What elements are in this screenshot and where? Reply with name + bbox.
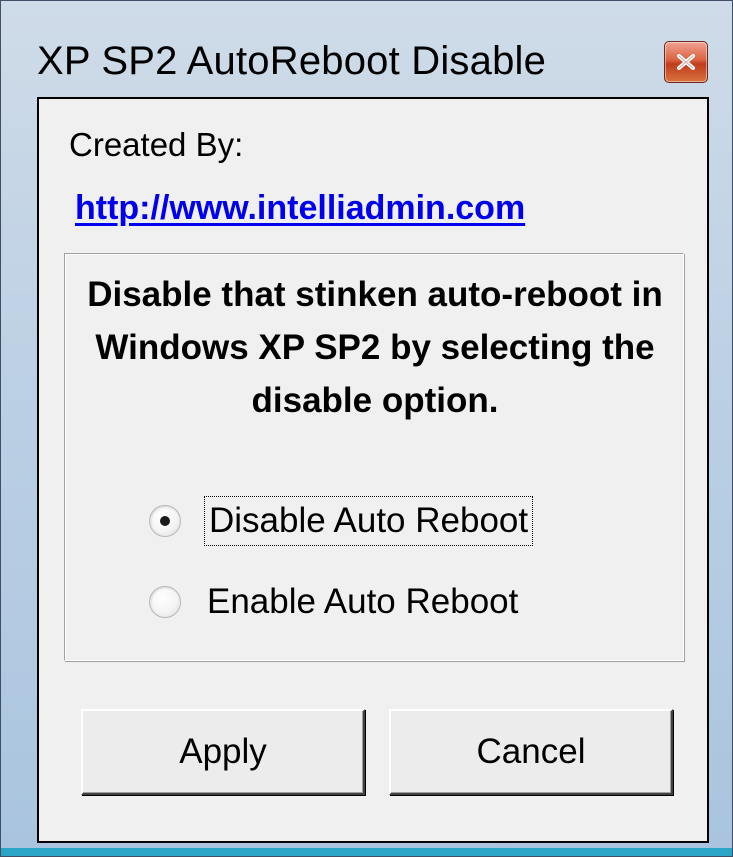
title-bar[interactable]: XP SP2 AutoReboot Disable	[1, 1, 733, 97]
radio-button-disable[interactable]	[149, 505, 181, 537]
radio-option-enable[interactable]: Enable Auto Reboot	[149, 574, 518, 630]
cancel-button[interactable]: Cancel	[389, 709, 673, 795]
close-icon	[677, 54, 695, 70]
close-button[interactable]	[664, 41, 708, 83]
description-text: Disable that stinken auto-reboot in Wind…	[87, 275, 663, 420]
radio-selected-dot	[160, 516, 170, 526]
radio-label-enable: Enable Auto Reboot	[207, 582, 519, 621]
radio-option-disable[interactable]: Disable Auto Reboot	[149, 493, 534, 549]
created-by-label: Created By:	[69, 126, 244, 163]
website-link[interactable]: http://www.intelliadmin.com	[75, 187, 525, 229]
dialog-window: XP SP2 AutoReboot Disable Created By: ht…	[0, 0, 733, 857]
window-title: XP SP2 AutoReboot Disable	[37, 39, 547, 83]
options-groupbox: Disable that stinken auto-reboot in Wind…	[64, 253, 684, 661]
dialog-client-area: Created By: http://www.intelliadmin.com …	[37, 97, 709, 843]
radio-button-enable[interactable]	[149, 586, 181, 618]
radio-label-disable: Disable Auto Reboot	[203, 496, 534, 546]
apply-button[interactable]: Apply	[81, 709, 365, 795]
